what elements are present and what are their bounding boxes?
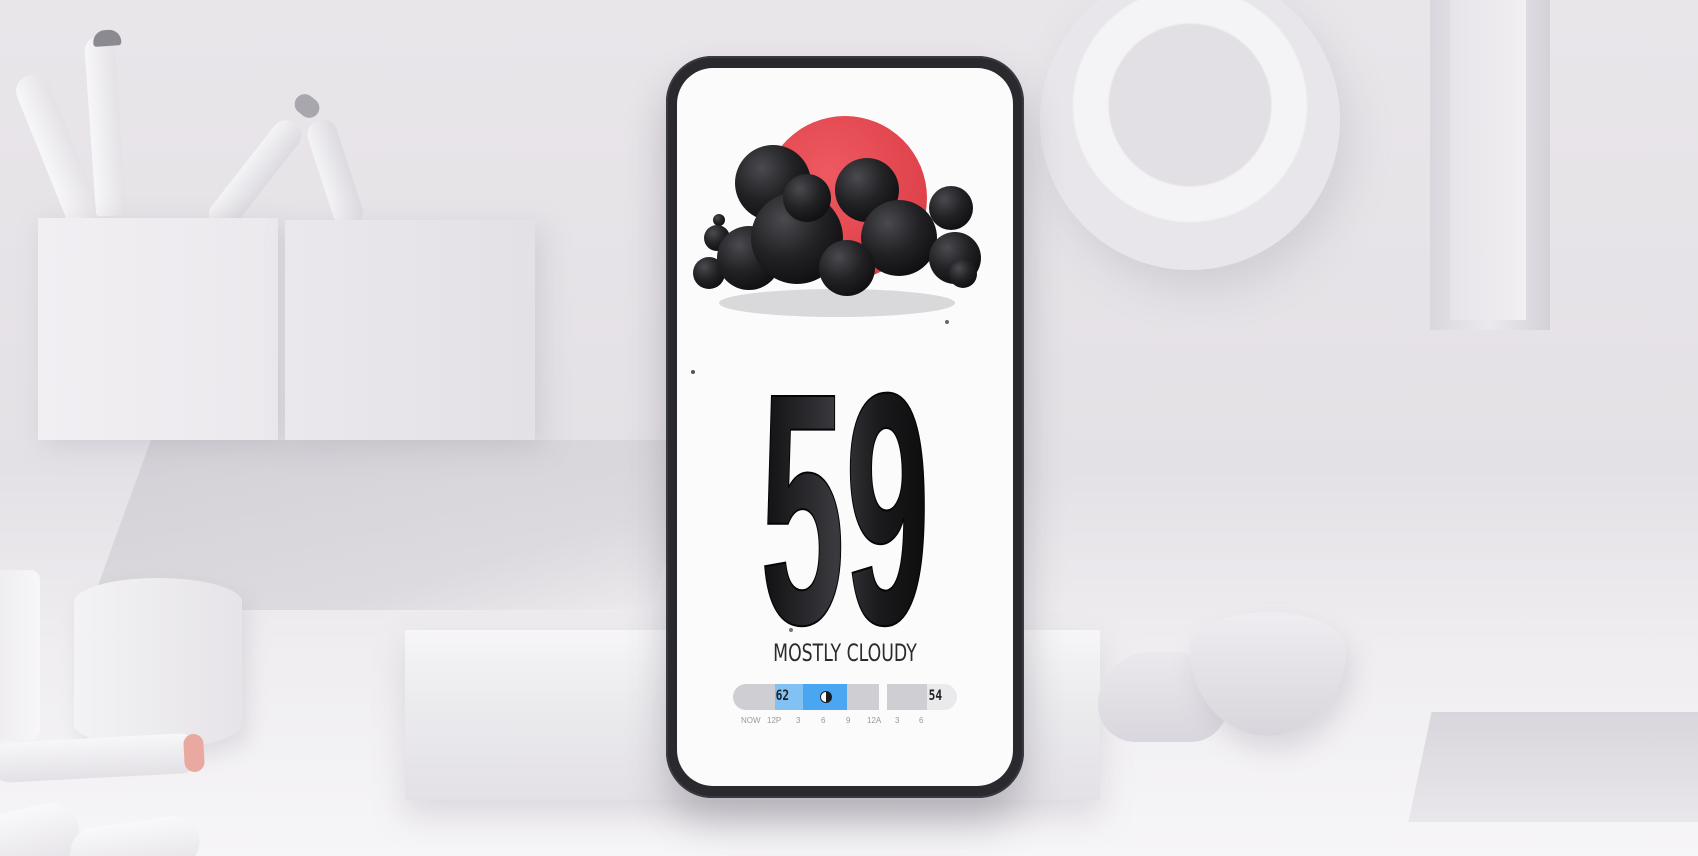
pen-holder-box bbox=[38, 218, 278, 440]
weather-app-screen: 59 MOSTLY CLOUDY 62 54 NOW 12P 3 6 9 12A… bbox=[677, 68, 1013, 786]
hour-ticks: NOW 12P 3 6 9 12A 3 6 bbox=[733, 716, 961, 728]
hourly-forecast-bar[interactable]: 62 54 NOW 12P 3 6 9 12A 3 6 bbox=[733, 684, 961, 728]
hour-tick: NOW bbox=[741, 716, 761, 725]
high-temp-label: 62 bbox=[775, 688, 790, 704]
cylinder bbox=[0, 570, 40, 740]
hour-tick: 3 bbox=[895, 716, 900, 725]
hour-tick: 12A bbox=[867, 716, 882, 725]
hour-tick: 9 bbox=[846, 716, 851, 725]
temperature-display: 59 bbox=[691, 320, 949, 694]
ring-sculpture bbox=[1040, 0, 1340, 270]
cylinder bbox=[74, 578, 242, 748]
weather-condition: MOSTLY CLOUDY bbox=[773, 639, 917, 667]
tall-block-face bbox=[1450, 0, 1526, 320]
marker-pen bbox=[0, 732, 201, 784]
marker-pen bbox=[303, 116, 367, 230]
slab bbox=[1408, 712, 1698, 822]
hour-tick: 3 bbox=[796, 716, 801, 725]
hour-tick: 12P bbox=[767, 716, 782, 725]
marker-cap bbox=[290, 90, 324, 122]
phone-device: 59 MOSTLY CLOUDY 62 54 NOW 12P 3 6 9 12A… bbox=[666, 56, 1024, 798]
half-circle-icon bbox=[820, 691, 832, 703]
marker-cap bbox=[92, 29, 122, 47]
hour-tick: 6 bbox=[919, 716, 924, 725]
forecast-track-tail bbox=[887, 684, 927, 710]
marker-cap bbox=[183, 733, 205, 773]
marker-pen bbox=[67, 813, 203, 856]
photo-scene: 59 MOSTLY CLOUDY 62 54 NOW 12P 3 6 9 12A… bbox=[0, 0, 1698, 856]
hour-tick: 6 bbox=[821, 716, 826, 725]
low-temp-label: 54 bbox=[928, 688, 943, 704]
temperature-value: 59 bbox=[760, 324, 930, 693]
pen-holder-box bbox=[285, 220, 535, 440]
